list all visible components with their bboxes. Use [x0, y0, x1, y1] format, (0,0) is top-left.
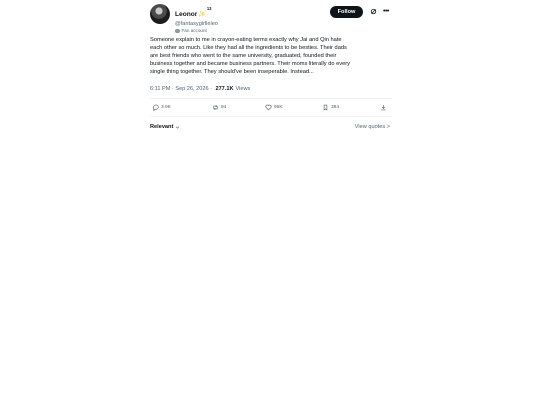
sort-dropdown[interactable]: Relevant [150, 124, 180, 130]
like-button[interactable]: 95K [265, 104, 283, 111]
handle[interactable]: @fantasygirlleleo [175, 21, 218, 28]
post-text-line: are best friends who went to the same un… [150, 53, 337, 60]
fan-account-label: Fan account [181, 27, 207, 33]
sort-label: Relevant [150, 124, 174, 131]
share-icon [381, 105, 386, 111]
bookmark-icon [323, 105, 328, 112]
view-quotes-link[interactable]: View quotes > [355, 124, 390, 130]
share-button[interactable] [380, 104, 389, 111]
like-icon [265, 105, 272, 111]
post-text-line: each other so much. Like they had all th… [150, 45, 347, 52]
replies-sort-row: Relevant View quotes > [150, 121, 392, 139]
fan-account-badge: Fan account [175, 27, 218, 34]
tweet-header: Leonor✨13 @fantasygirlleleo Fan account … [150, 4, 392, 34]
follow-button[interactable]: Follow [330, 6, 363, 18]
divider [150, 116, 392, 118]
fan-account-icon [175, 28, 180, 34]
grok-icon[interactable] [370, 8, 377, 15]
meta-separator: · [171, 86, 174, 93]
post-text-line: business together and became business pa… [150, 61, 351, 68]
author-block: Leonor✨13 @fantasygirlleleo Fan account [175, 4, 218, 34]
post-date[interactable]: Sep 26, 2026 [175, 86, 208, 92]
display-name[interactable]: Leonor [175, 11, 197, 18]
chevron-down-icon [176, 126, 180, 129]
reply-button[interactable]: 3.9K [152, 104, 171, 112]
views-count: 277.1K [215, 86, 234, 93]
meta-separator: · [210, 86, 212, 93]
post-time[interactable]: 6:11 PM [150, 86, 170, 92]
bookmark-button[interactable]: 384 [322, 104, 340, 112]
avatar[interactable] [150, 4, 170, 24]
tweet: Leonor✨13 @fantasygirlleleo Fan account … [150, 4, 392, 139]
post-text-line: single thing together. They should've be… [150, 69, 314, 76]
post-text-line: Someone explain to me in crayon-eating t… [150, 37, 342, 43]
more-icon[interactable]: ••• [383, 8, 389, 15]
sparkles-emoji: ✨ [198, 12, 206, 18]
post-meta: 6:11 PM · Sep 26, 2026 · 277.1K Views [150, 86, 392, 92]
like-count: 95K [274, 105, 283, 111]
repost-count: 94 [221, 105, 227, 111]
name-superscript: 13 [206, 5, 212, 11]
reply-count: 3.9K [161, 105, 171, 111]
repost-button[interactable]: 94 [212, 104, 226, 111]
action-bar: 3.9K 94 95K 384 [150, 99, 392, 116]
bookmark-count: 384 [331, 105, 340, 111]
reply-icon [152, 105, 159, 112]
post-text: Someone explain to me in crayon-eating t… [150, 36, 392, 76]
repost-icon [213, 105, 218, 111]
views-label: Views [235, 86, 251, 93]
